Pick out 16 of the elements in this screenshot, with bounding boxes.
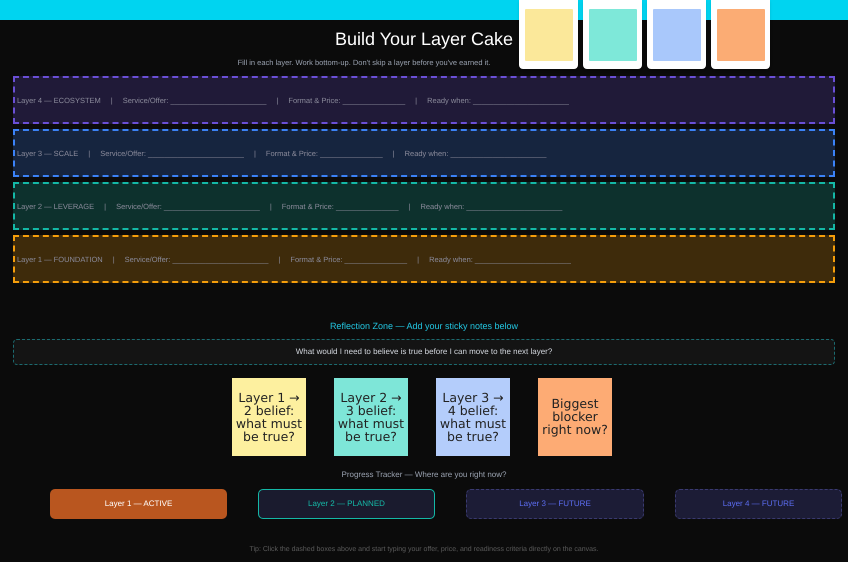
sticky-note[interactable]: Layer 1 → 2 belief: what must be true? (232, 378, 306, 456)
sticky-card[interactable] (647, 0, 706, 69)
sticky-card[interactable] (519, 0, 578, 69)
stage-button[interactable]: Layer 1 — ACTIVE (50, 488, 227, 519)
section-title: Progress Tracker — Where are you right now? (342, 468, 506, 481)
sticky-card[interactable] (711, 0, 770, 69)
prompt-text: What would I need to believe is true before I can move to the next layer? (296, 346, 552, 358)
sticky-card[interactable] (583, 0, 642, 69)
sticky-note[interactable]: Layer 2 → 3 belief: what must be true? (334, 378, 408, 456)
stage-button[interactable]: Layer 4 — FUTURE (675, 488, 842, 519)
sticky-note[interactable]: Layer 3 → 4 belief: what must be true? (436, 378, 510, 456)
section-title: Reflection Zone — Add your sticky notes below (330, 320, 518, 334)
stage-button[interactable]: Layer 2 — PLANNED (258, 488, 435, 519)
page-title: Build Your Layer Cake (334, 28, 514, 51)
sticky-note[interactable]: Biggest blocker right now? (538, 378, 612, 456)
stage-button[interactable]: Layer 3 — FUTURE (466, 488, 644, 519)
